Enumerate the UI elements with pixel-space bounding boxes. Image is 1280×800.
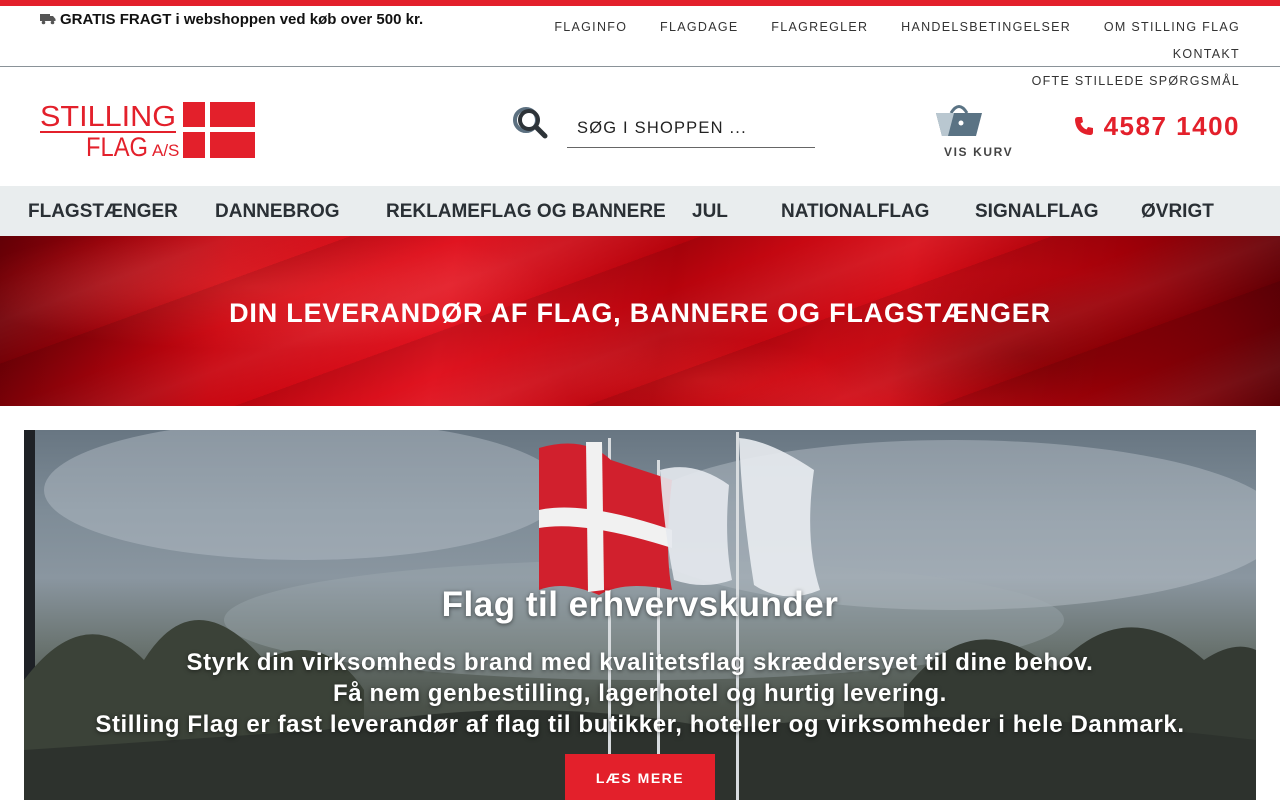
phone-number: 4587 1400 xyxy=(1103,110,1240,141)
feature-title: Flag til erhvervskunder xyxy=(441,585,839,624)
svg-text:STILLING: STILLING xyxy=(40,102,176,133)
toplink-handelsbetingelser[interactable]: HANDELSBETINGELSER xyxy=(901,20,1071,34)
nav-dannebrog[interactable]: DANNEBROG xyxy=(215,201,340,223)
toplink-flagregler[interactable]: FLAGREGLER xyxy=(771,20,868,34)
toplink-kontakt[interactable]: KONTAKT xyxy=(1173,47,1240,61)
search-bar xyxy=(510,105,816,149)
free-shipping-text: GRATIS FRAGT i webshoppen ved køb over 5… xyxy=(60,11,424,28)
phone-link[interactable]: 4587 1400 xyxy=(1074,109,1240,143)
basket-icon xyxy=(936,105,982,136)
cart-button[interactable]: VIS KURV xyxy=(934,99,1018,161)
read-more-button[interactable]: LÆS MERE xyxy=(565,754,715,800)
logo-graphic: STILLING FLAG A/S xyxy=(40,101,255,162)
free-shipping-notice: GRATIS FRAGT i webshoppen ved køb over 5… xyxy=(40,12,440,28)
feature-slide: Flag til erhvervskunder Styrk din virkso… xyxy=(24,430,1256,800)
nav-flagstaenger[interactable]: FLAGSTÆNGER xyxy=(28,201,178,223)
toplink-flagdage[interactable]: FLAGDAGE xyxy=(660,20,738,34)
top-bar: GRATIS FRAGT i webshoppen ved køb over 5… xyxy=(0,6,1280,88)
nav-jul[interactable]: JUL xyxy=(692,201,728,223)
stilling-flag-logo[interactable]: STILLING FLAG A/S xyxy=(40,101,255,162)
truck-icon xyxy=(40,14,56,25)
feature-line-3: Stilling Flag er fast leverandør af flag… xyxy=(95,711,1185,738)
toplink-flaginfo[interactable]: FLAGINFO xyxy=(554,20,627,34)
nav-oevrigt[interactable]: ØVRIGT xyxy=(1141,201,1214,223)
feature-line-2: Få nem genbestilling, lagerhotel og hurt… xyxy=(333,680,947,707)
phone-icon xyxy=(1074,117,1093,135)
feature-line-1: Styrk din virksomheds brand med kvalitet… xyxy=(186,649,1094,676)
main-nav: FLAGSTÆNGER DANNEBROG REKLAMEFLAG OG BAN… xyxy=(0,186,1280,236)
toplink-om-stilling-flag[interactable]: OM STILLING FLAG xyxy=(1104,20,1240,34)
hero-title: DIN LEVERANDØR AF FLAG, BANNERE OG FLAGS… xyxy=(229,298,1051,328)
feature-content: Flag til erhvervskunder Styrk din virkso… xyxy=(24,585,1256,740)
site-header: STILLING FLAG A/S VIS KURV 4 xyxy=(0,67,1280,186)
search-input[interactable] xyxy=(567,110,815,148)
hero-banner: DIN LEVERANDØR AF FLAG, BANNERE OG FLAGS… xyxy=(0,236,1280,406)
nav-nationalflag[interactable]: NATIONALFLAG xyxy=(781,201,929,223)
cart-label: VIS KURV xyxy=(944,145,1014,159)
svg-text:A/S: A/S xyxy=(152,141,179,158)
nav-signalflag[interactable]: SIGNALFLAG xyxy=(975,201,1099,223)
nav-reklameflag-og-bannere[interactable]: REKLAMEFLAG OG BANNERE xyxy=(386,201,666,223)
search-icon[interactable] xyxy=(510,105,550,145)
svg-text:FLAG: FLAG xyxy=(86,132,148,158)
